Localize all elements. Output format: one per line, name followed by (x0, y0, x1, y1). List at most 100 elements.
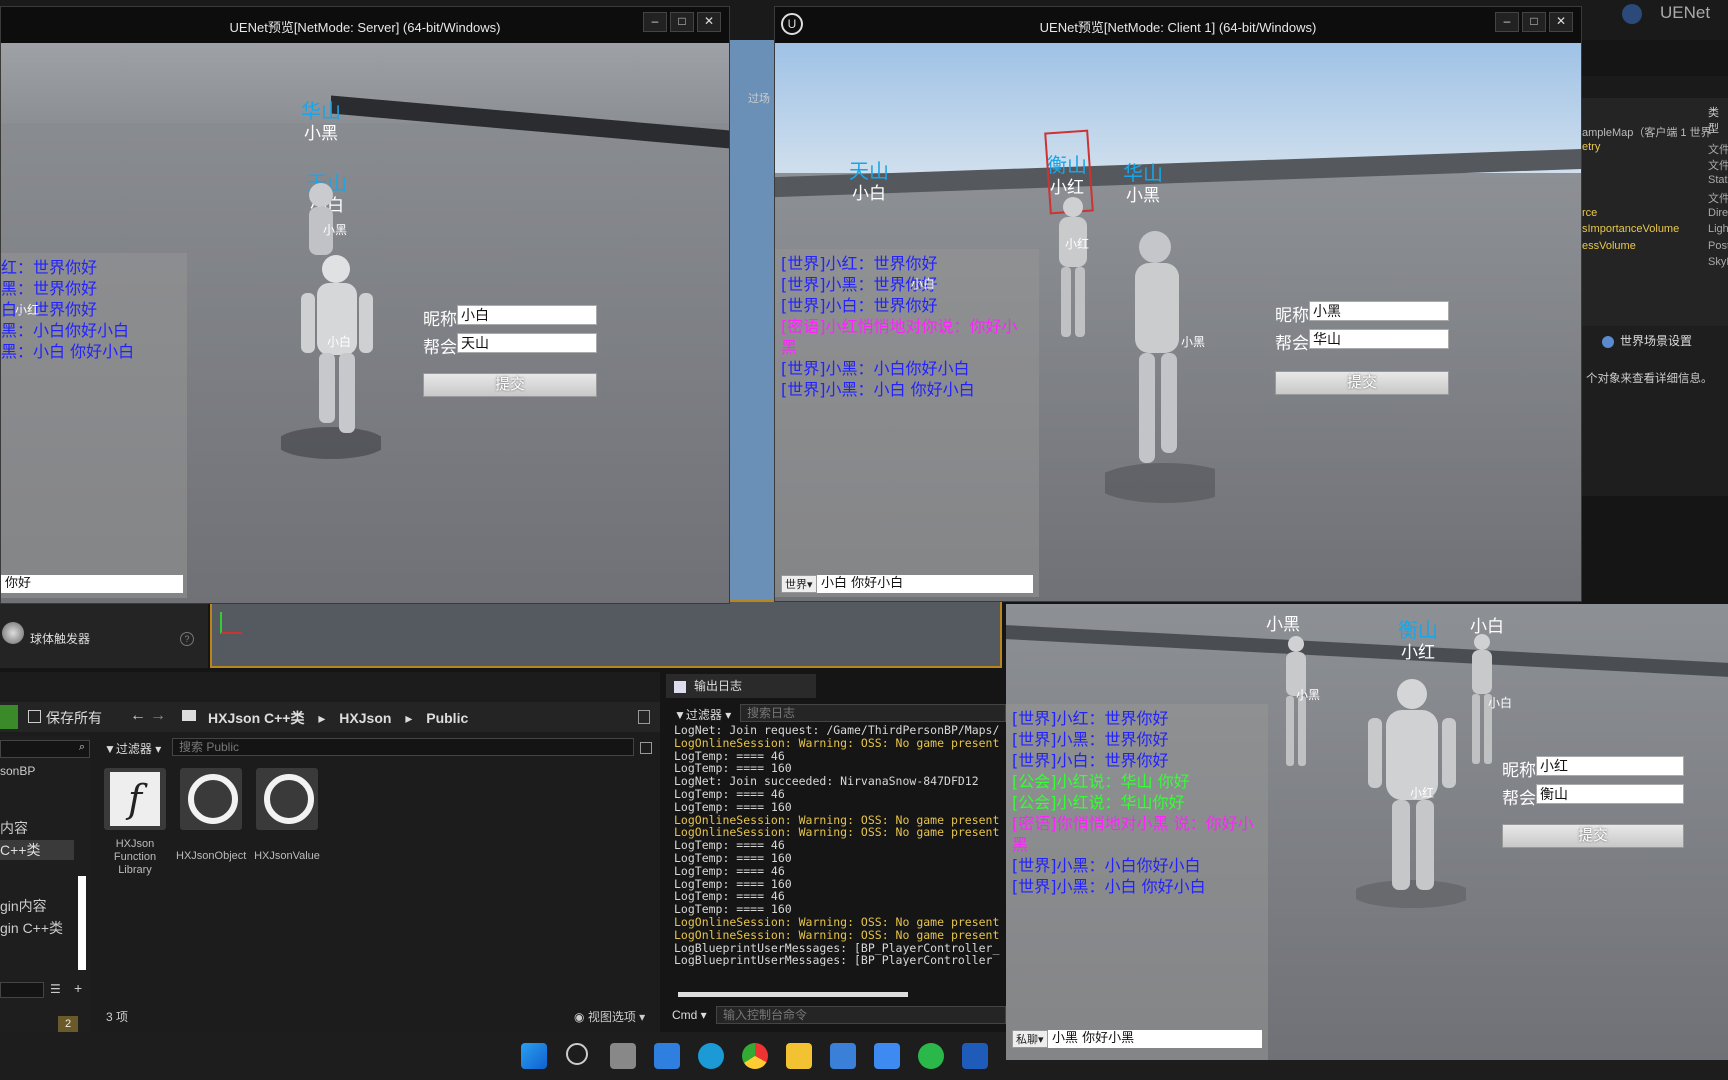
forward-arrow-icon[interactable]: → (150, 707, 166, 725)
guild-input[interactable]: 天山 (457, 333, 597, 353)
tree-scrollbar[interactable] (78, 876, 86, 970)
outliner-row[interactable]: 文件 (1582, 157, 1728, 174)
task-view-icon[interactable] (610, 1043, 636, 1069)
chevron-down-icon: ▾ (151, 742, 162, 756)
log-search-input[interactable]: 搜索日志 (740, 704, 1006, 722)
submit-button[interactable]: 提交 (423, 373, 597, 397)
client1-window-title: UENet预览[NetMode: Client 1] (64-bit/Windo… (1039, 20, 1317, 35)
filters-button[interactable]: ▼过滤器 ▾ (104, 740, 161, 757)
guild-input[interactable]: 华山 (1309, 329, 1449, 349)
view-options-button[interactable]: ◉ 视图选项 ▾ (574, 1008, 645, 1025)
chevron-down-icon: ▾ (721, 708, 732, 722)
breadcrumb-item[interactable]: HXJson C++类 (208, 710, 304, 726)
outliner-row[interactable]: SkyL (1582, 256, 1728, 273)
outliner-row[interactable]: 文件 (1582, 190, 1728, 207)
add-collection-icon[interactable]: + (74, 980, 82, 996)
collections-search[interactable] (0, 982, 44, 998)
cmd-dropdown[interactable]: Cmd ▾ (672, 1008, 707, 1022)
console-input[interactable]: 输入控制台命令 (716, 1006, 1006, 1024)
channel-dropdown[interactable]: 私聊▾ (1012, 1030, 1048, 1048)
server-titlebar[interactable]: UENet预览[NetMode: Server] (64-bit/Windows… (1, 7, 729, 43)
place-actor-item[interactable]: 球体触发器 (30, 630, 90, 647)
chevron-down-icon: ▾ (697, 1008, 707, 1022)
mail-icon[interactable] (830, 1043, 856, 1069)
nick-input[interactable]: 小黑 (1309, 301, 1449, 321)
add-button[interactable] (0, 705, 18, 729)
nameplate: 华山 小黑 (1113, 161, 1173, 207)
help-icon[interactable]: ? (180, 632, 194, 646)
breadcrumb-item[interactable]: Public (426, 710, 468, 726)
widgets-icon[interactable] (654, 1043, 680, 1069)
client1-preview-window[interactable]: U UENet预览[NetMode: Client 1] (64-bit/Win… (774, 6, 1582, 602)
breadcrumb: HXJson C++类 ▸ HXJson ▸ Public (208, 708, 468, 728)
file-explorer-icon[interactable] (786, 1043, 812, 1069)
tree-item[interactable]: gin内容 (0, 896, 47, 916)
chat-message: [密语]你悄悄地对小黑 说：你好小黑 (1012, 814, 1254, 854)
outliner-header (1582, 76, 1728, 98)
body-label: 小红 (1410, 786, 1435, 800)
tree-item-selected[interactable]: C++类 (0, 840, 74, 860)
minimize-icon[interactable]: – (1495, 12, 1519, 32)
start-icon[interactable] (521, 1043, 547, 1069)
tree-item[interactable]: gin C++类 (0, 918, 63, 938)
channel-dropdown[interactable]: 世界▾ (781, 575, 817, 593)
asset-label: HXJson Function Library (113, 838, 157, 876)
client1-titlebar[interactable]: U UENet预览[NetMode: Client 1] (64-bit/Win… (775, 7, 1581, 43)
maximize-icon[interactable]: □ (670, 12, 694, 32)
outliner-row[interactable]: rce Direc (1582, 207, 1728, 224)
outliner-row[interactable]: sImportanceVolume Light (1582, 223, 1728, 240)
asset-tile[interactable]: f (104, 768, 166, 830)
outliner-row[interactable]: ampleMap（客户端 1 世界 (1582, 124, 1728, 141)
tab-world-settings[interactable]: 世界场景设置 (1602, 332, 1692, 349)
back-arrow-icon[interactable]: ← (130, 707, 146, 725)
client1-chat-input[interactable]: 小白 你好小白 (817, 575, 1033, 593)
chrome-icon[interactable] (742, 1043, 768, 1069)
nick-input[interactable]: 小红 (1536, 756, 1684, 776)
nick-input[interactable]: 小白 (457, 305, 597, 325)
search-icon[interactable] (566, 1043, 588, 1065)
maximize-icon[interactable]: □ (1522, 12, 1546, 32)
outliner-row[interactable]: essVolume Post (1582, 240, 1728, 257)
close-icon[interactable]: ✕ (697, 12, 721, 32)
client1-game-viewport[interactable]: [世界]小红：世界你好 [世界]小黑：世界你好 [世界]小白：世界你好 [密语]小红悄… (775, 43, 1581, 601)
level-viewport-strip (210, 600, 1002, 668)
client2-preview-window[interactable]: [世界]小红：世界你好 [世界]小黑：世界你好 [世界]小白：世界你好 [公会]小红说… (1006, 604, 1728, 1060)
outliner-row[interactable]: etry 文件 (1582, 141, 1728, 158)
outliner-row-name: etry (1582, 140, 1601, 153)
tree-item[interactable]: sonBP (0, 764, 35, 778)
toolbar-cinematics-label[interactable]: 过场 (748, 90, 770, 106)
list-icon[interactable]: ☰ (50, 982, 61, 996)
chat-message: [世界]小白：世界你好 (1012, 751, 1169, 770)
client2-chat-input[interactable]: 小黑 你好小黑 (1048, 1030, 1262, 1048)
word-icon[interactable] (962, 1043, 988, 1069)
asset-search-input[interactable]: 搜索 Public (172, 738, 634, 756)
tree-item[interactable]: 内容 (0, 818, 28, 838)
asset-tile[interactable] (256, 768, 318, 830)
close-icon[interactable]: ✕ (1549, 12, 1573, 32)
submit-button[interactable]: 提交 (1502, 824, 1684, 848)
wechat-icon[interactable] (918, 1043, 944, 1069)
log-filters-button[interactable]: ▼过滤器 ▾ (674, 706, 731, 723)
save-search-icon[interactable] (640, 742, 652, 754)
tab-output-log[interactable]: 输出日志 (666, 674, 816, 698)
sources-search-input[interactable]: ⌕ (0, 740, 90, 758)
mannequin-character (281, 183, 381, 459)
outliner-row[interactable]: Stati (1582, 174, 1728, 191)
guild-input[interactable]: 衡山 (1536, 784, 1684, 804)
feishu-icon[interactable] (874, 1043, 900, 1069)
content-browser: 保存所有 ← → HXJson C++类 ▸ HXJson ▸ Public ⌕… (0, 672, 660, 1032)
chat-message: 红：世界你好 (1, 258, 98, 277)
filters-label: 过滤器 (115, 742, 152, 756)
minimize-icon[interactable]: – (643, 12, 667, 32)
lock-icon[interactable] (638, 710, 650, 724)
log-scrollbar[interactable] (678, 992, 908, 997)
server-chat-input[interactable]: 你好 (1, 575, 183, 593)
asset-tile[interactable] (180, 768, 242, 830)
body-label: 小黑 (323, 223, 348, 237)
server-game-viewport[interactable]: 红：世界你好 黑：世界你好 白：世界你好 黑：小白你好小白 黑：小白 你好小白 你好 华… (1, 43, 729, 603)
edge-icon[interactable] (698, 1043, 724, 1069)
save-all-button[interactable]: 保存所有 (28, 708, 102, 728)
submit-button[interactable]: 提交 (1275, 371, 1449, 395)
breadcrumb-item[interactable]: HXJson (339, 710, 391, 726)
server-preview-window[interactable]: UENet预览[NetMode: Server] (64-bit/Windows… (0, 6, 730, 604)
